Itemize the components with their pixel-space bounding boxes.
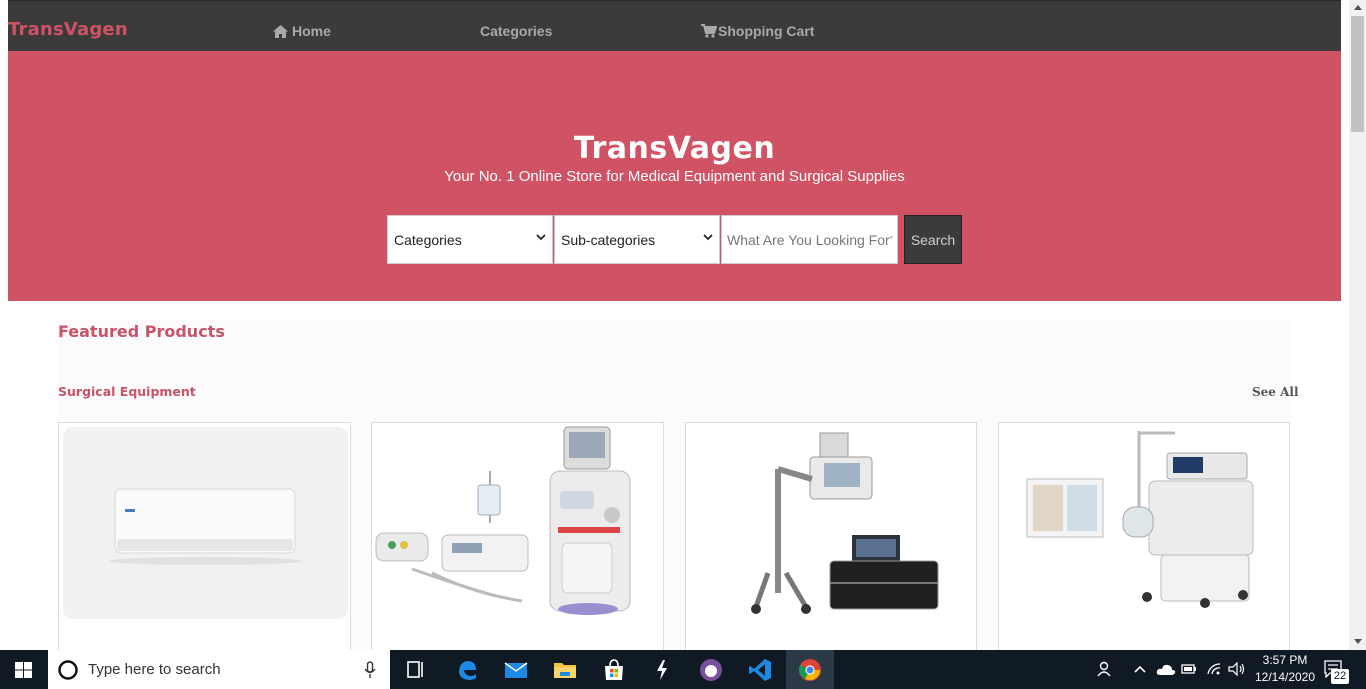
search-input[interactable] — [721, 215, 898, 264]
scroll-up-icon[interactable] — [1354, 5, 1362, 10]
vscode-icon[interactable] — [748, 658, 772, 682]
scroll-thumb[interactable] — [1351, 16, 1364, 132]
task-view-icon[interactable] — [404, 658, 428, 682]
subcategory-select[interactable]: Sub-categories — [554, 215, 720, 264]
notification-badge: 22 — [1331, 669, 1349, 684]
windows-taskbar: Type here to search 3:57 PM 12/14/2020 2… — [0, 650, 1366, 689]
people-icon[interactable] — [1097, 661, 1113, 677]
chrome-icon — [799, 659, 821, 681]
browser-page: TransVagen Home Categories Shopping Cart… — [0, 0, 1366, 650]
hero-subtitle: Your No. 1 Online Store for Medical Equi… — [444, 168, 905, 185]
app-lightning-icon[interactable] — [650, 658, 674, 682]
hero-title: TransVagen — [573, 131, 776, 166]
product-card[interactable] — [998, 422, 1290, 650]
chevron-down-icon — [536, 234, 546, 241]
cart-icon — [701, 24, 717, 38]
subcategory-select-value: Sub-categories — [561, 231, 656, 248]
brand-logo[interactable]: TransVagen — [8, 19, 128, 40]
store-icon[interactable] — [602, 658, 626, 682]
edge-browser-icon[interactable] — [455, 658, 479, 682]
product-image[interactable] — [59, 423, 350, 623]
volume-icon[interactable] — [1228, 662, 1246, 676]
product-card[interactable] — [685, 422, 977, 650]
see-all-link[interactable]: See All — [1252, 385, 1299, 399]
product-image[interactable] — [999, 423, 1289, 623]
file-explorer-icon[interactable] — [553, 658, 577, 682]
nav-categories-label: Categories — [480, 23, 553, 39]
chevron-down-icon — [703, 234, 713, 241]
cortana-icon — [58, 660, 78, 680]
search-button[interactable]: Search — [904, 215, 962, 264]
onedrive-icon[interactable] — [1156, 662, 1176, 676]
chrome-active-tab[interactable] — [786, 650, 834, 689]
hero-banner: TransVagen Your No. 1 Online Store for M… — [8, 51, 1341, 301]
top-navbar: TransVagen Home Categories Shopping Cart — [8, 0, 1341, 51]
nav-categories-link[interactable]: Categories — [480, 23, 552, 39]
chevron-up-icon[interactable] — [1134, 664, 1146, 674]
clock-date[interactable]: 12/14/2020 — [1246, 670, 1324, 684]
mail-icon[interactable] — [504, 658, 528, 682]
nav-home-label: Home — [292, 23, 331, 39]
section-title: Surgical Equipment — [58, 384, 196, 399]
category-select-value: Categories — [394, 231, 462, 248]
page-scrollbar[interactable] — [1349, 0, 1366, 650]
github-desktop-icon[interactable] — [699, 658, 723, 682]
product-image[interactable] — [372, 423, 663, 623]
nav-cart-link[interactable]: Shopping Cart — [701, 23, 814, 39]
battery-icon[interactable] — [1181, 663, 1197, 675]
scroll-down-icon[interactable] — [1354, 639, 1362, 644]
nav-cart-label: Shopping Cart — [718, 23, 815, 39]
microphone-icon[interactable] — [364, 661, 376, 679]
taskbar-search-box[interactable]: Type here to search — [48, 650, 390, 689]
category-select[interactable]: Categories — [387, 215, 553, 264]
product-card[interactable] — [58, 422, 351, 650]
product-card[interactable] — [371, 422, 664, 650]
wifi-icon[interactable] — [1206, 662, 1222, 676]
product-image[interactable] — [686, 423, 976, 623]
nav-home-link[interactable]: Home — [273, 23, 331, 39]
clock-time[interactable]: 3:57 PM — [1250, 653, 1320, 667]
taskbar-search-placeholder: Type here to search — [88, 661, 221, 678]
home-icon — [273, 24, 288, 38]
windows-start-icon[interactable] — [15, 662, 32, 678]
featured-title: Featured Products — [58, 322, 225, 341]
